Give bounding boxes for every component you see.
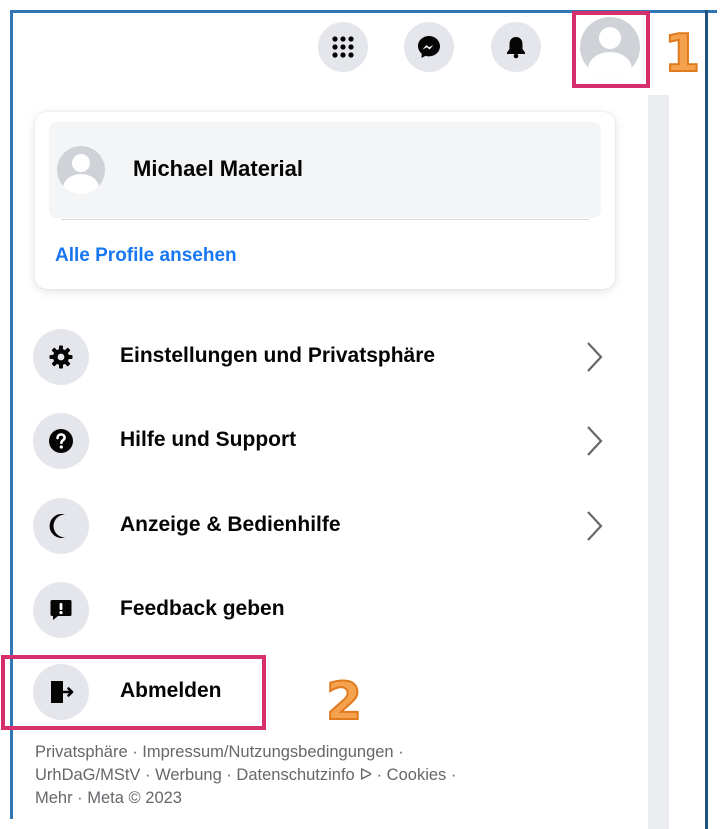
notifications-button[interactable] <box>491 22 541 72</box>
menu-icon-wrap <box>33 498 89 554</box>
menu-item-help[interactable]: Hilfe und Support <box>33 409 623 471</box>
menu-grid-button[interactable] <box>318 22 368 72</box>
step-1-label: 1 <box>663 24 701 84</box>
notifications-bell-icon <box>507 37 525 59</box>
gear-icon <box>49 345 73 369</box>
card-divider <box>61 219 589 220</box>
feedback-icon <box>50 600 72 620</box>
messenger-icon <box>418 36 440 58</box>
see-all-profiles-link[interactable]: Alle Profile ansehen <box>55 245 237 267</box>
step-2-label: 2 <box>325 672 363 732</box>
profile-row[interactable]: Michael Material <box>49 122 601 218</box>
chevron-right-icon <box>587 342 603 372</box>
moon-icon <box>49 514 65 538</box>
profile-name: Michael Material <box>133 156 303 181</box>
profile-avatar <box>57 146 105 194</box>
messenger-button[interactable] <box>404 22 454 72</box>
menu-icon-wrap <box>33 582 89 638</box>
footer-line-3[interactable]: Mehr · Meta © 2023 <box>35 787 615 810</box>
menu-item-display[interactable]: Anzeige & Bedienhilfe <box>33 494 623 556</box>
profile-card: Michael Material Alle Profile ansehen <box>35 112 615 289</box>
menu-label-display: Anzeige & Bedienhilfe <box>120 513 341 536</box>
profile-avatar-head <box>72 154 90 172</box>
page-background-strip <box>648 95 669 829</box>
highlight-avatar-box <box>572 11 650 88</box>
menu-label-feedback: Feedback geben <box>120 597 285 620</box>
grid-menu-icon <box>332 36 354 58</box>
menu-icon-wrap <box>33 329 89 385</box>
menu-icon-wrap <box>33 413 89 469</box>
footer-line-2[interactable]: UrhDaG/MStV · Werbung · Datenschutzinfo … <box>35 764 615 787</box>
frame-right-border <box>705 10 708 829</box>
menu-item-feedback[interactable]: Feedback geben <box>33 578 623 640</box>
menu-label-settings: Einstellungen und Privatsphäre <box>120 344 436 367</box>
footer-line-1[interactable]: Privatsphäre · Impressum/Nutzungsbedingu… <box>35 741 615 764</box>
footer-links: Privatsphäre · Impressum/Nutzungsbedingu… <box>35 741 615 810</box>
question-icon <box>49 429 73 453</box>
profile-avatar-body <box>63 174 99 194</box>
menu-label-help: Hilfe und Support <box>120 428 297 451</box>
highlight-logout-box <box>1 655 266 730</box>
chevron-right-icon <box>587 426 603 456</box>
chevron-right-icon <box>587 511 603 541</box>
menu-item-settings[interactable]: Einstellungen und Privatsphäre <box>33 325 623 387</box>
